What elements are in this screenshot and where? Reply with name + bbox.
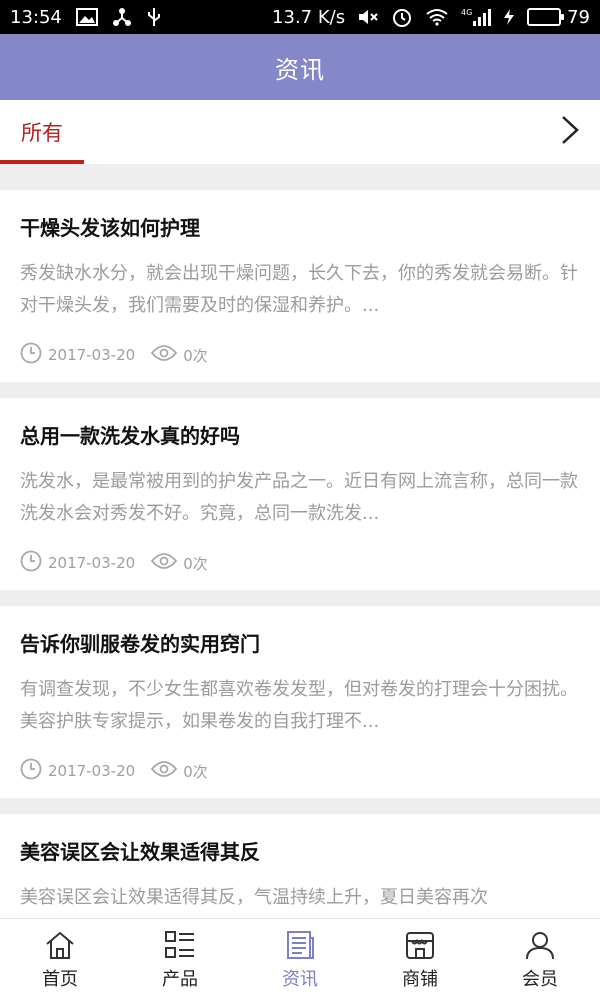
home-icon	[44, 929, 76, 961]
article-title: 美容误区会让效果适得其反	[20, 840, 260, 864]
page-header: 资讯	[0, 34, 600, 100]
product-grid-icon	[164, 929, 196, 961]
article-summary: 美容误区会让效果适得其反，气温持续上升，夏日美容再次	[20, 887, 488, 908]
clock-icon	[20, 758, 42, 784]
article-title: 总用一款洗发水真的好吗	[20, 424, 240, 448]
article-card[interactable]: 干燥头发该如何护理 秀发缺水水分，就会出现干燥问题，长久下去，你的秀发就会易断。…	[0, 190, 600, 382]
wifi-icon	[425, 8, 449, 26]
nav-item-products[interactable]: 产品	[120, 919, 240, 1000]
battery-indicator: 79	[527, 7, 590, 28]
network-speed: 13.7 K/s	[272, 6, 346, 28]
news-icon	[284, 929, 316, 961]
article-meta: 2017-03-20 0次	[20, 550, 224, 576]
article-views: 0次	[183, 346, 208, 365]
chevron-right-icon	[560, 115, 580, 149]
article-title: 干燥头发该如何护理	[20, 216, 200, 240]
article-card[interactable]: 美容误区会让效果适得其反 美容误区会让效果适得其反，气温持续上升，夏日美容再次	[0, 814, 600, 918]
article-summary: 洗发水，是最常被用到的护发产品之一。近日有网上流言称，总同一款洗发水会对秀发不好…	[20, 471, 578, 524]
article-meta: 2017-03-20 0次	[20, 758, 224, 784]
article-card[interactable]: 总用一款洗发水真的好吗 洗发水，是最常被用到的护发产品之一。近日有网上流言称，总…	[0, 398, 600, 590]
tabs-next-button[interactable]	[550, 112, 590, 152]
article-meta: 2017-03-20 0次	[20, 342, 224, 368]
user-icon	[524, 929, 556, 961]
article-list: 干燥头发该如何护理 秀发缺水水分，就会出现干燥问题，长久下去，你的秀发就会易断。…	[0, 164, 600, 918]
article-title: 告诉你驯服卷发的实用窍门	[20, 632, 260, 656]
status-bar: 13:54 13.7 K/s 4G 79	[0, 0, 600, 34]
nav-item-home[interactable]: 首页	[0, 919, 120, 1000]
clock-icon	[20, 550, 42, 576]
usb-share-icon	[112, 7, 132, 27]
svg-text:4G: 4G	[461, 8, 472, 17]
clock-icon	[20, 342, 42, 368]
shop-icon	[404, 929, 436, 961]
article-summary: 秀发缺水水分，就会出现干燥问题，长久下去，你的秀发就会易断。针对干燥头发，我们需…	[20, 263, 578, 316]
bottom-nav: 首页 产品 资讯 商铺 会员	[0, 918, 600, 1000]
article-summary: 有调查发现，不少女生都喜欢卷发发型，但对卷发的打理会十分困扰。美容护肤专家提示，…	[20, 679, 578, 732]
eye-icon	[151, 760, 178, 782]
tab-all-label: 所有	[21, 121, 63, 145]
nav-label-member: 会员	[522, 968, 558, 990]
article-views: 0次	[183, 554, 208, 573]
nav-label-home: 首页	[42, 968, 78, 990]
article-date: 2017-03-20	[48, 762, 136, 780]
image-notification-icon	[75, 8, 98, 26]
signal-icon: 4G	[461, 7, 492, 27]
article-date: 2017-03-20	[48, 346, 136, 364]
charging-icon	[503, 8, 515, 26]
nav-item-news[interactable]: 资讯	[240, 919, 360, 1000]
eye-icon	[151, 552, 178, 574]
nav-item-shop[interactable]: 商铺	[360, 919, 480, 1000]
battery-level: 79	[567, 6, 590, 28]
status-time: 13:54	[10, 6, 62, 28]
page-title: 资讯	[275, 55, 325, 84]
battery-icon	[527, 8, 565, 26]
tab-all[interactable]: 所有	[0, 100, 84, 164]
nav-label-shop: 商铺	[402, 968, 438, 990]
eye-icon	[151, 344, 178, 366]
article-date: 2017-03-20	[48, 554, 136, 572]
mute-icon	[357, 8, 379, 26]
category-tabs: 所有	[0, 100, 600, 164]
nav-label-news: 资讯	[282, 968, 318, 990]
usb-icon	[146, 7, 162, 27]
nav-label-products: 产品	[162, 968, 198, 990]
article-views: 0次	[183, 762, 208, 781]
alarm-icon	[391, 6, 413, 28]
nav-item-member[interactable]: 会员	[480, 919, 600, 1000]
article-card[interactable]: 告诉你驯服卷发的实用窍门 有调查发现，不少女生都喜欢卷发发型，但对卷发的打理会十…	[0, 606, 600, 798]
